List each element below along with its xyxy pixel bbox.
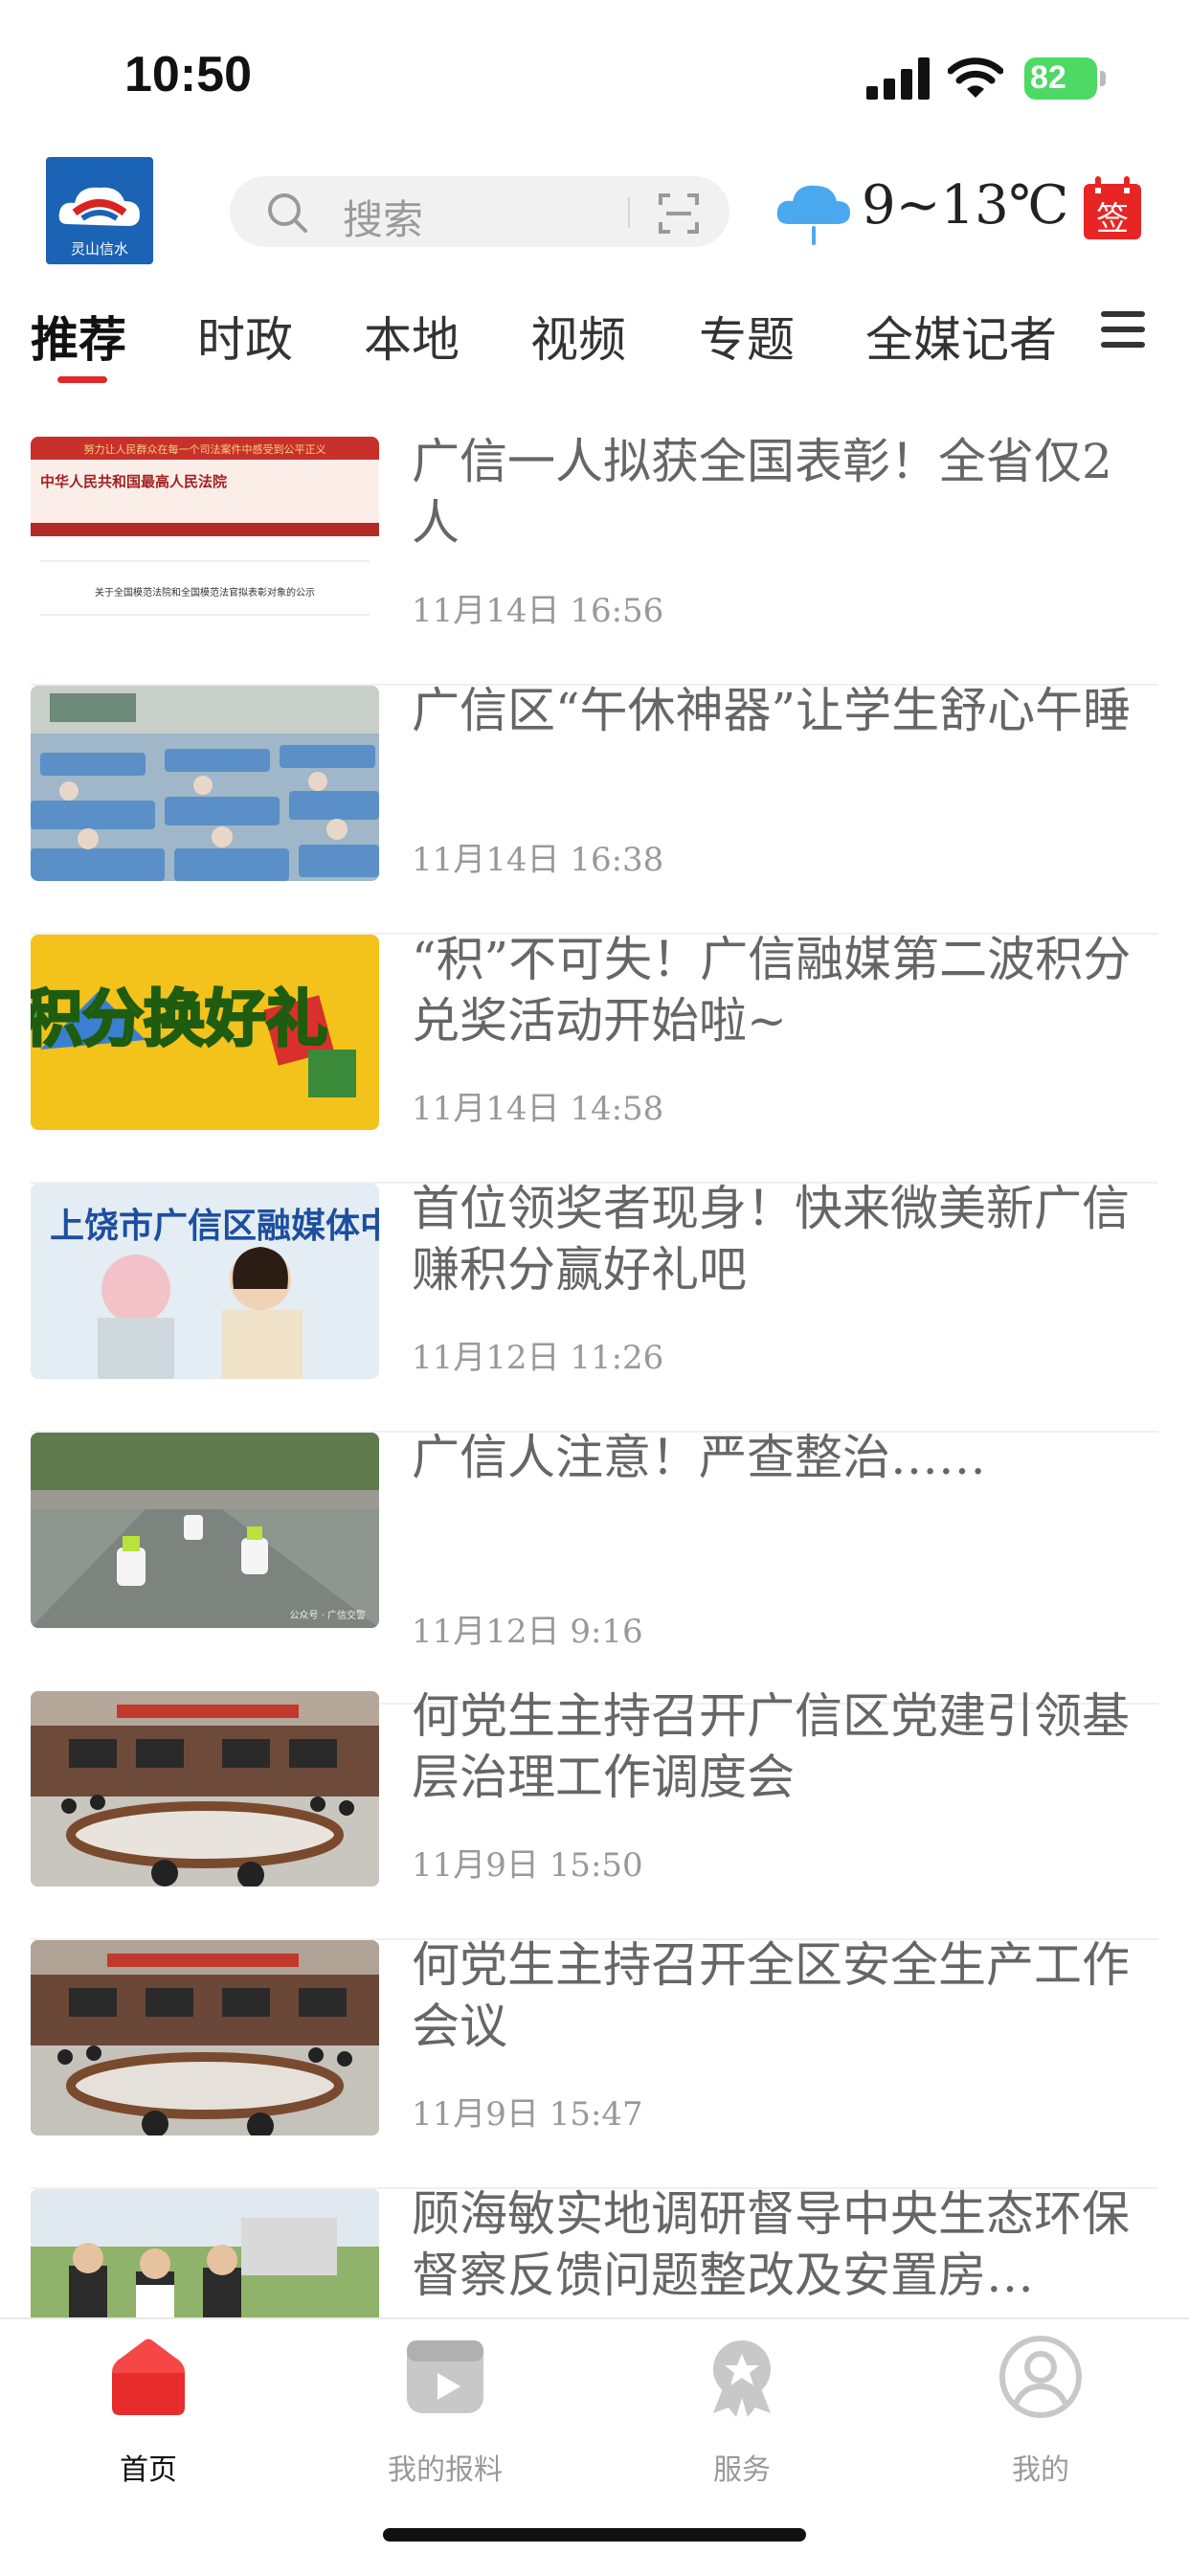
- search-placeholder: 搜索: [343, 196, 424, 243]
- weather-rain-icon: [776, 185, 850, 245]
- status-bar: 10:50 82: [0, 0, 1189, 144]
- search-icon: [268, 193, 307, 233]
- news-title: 广信区“午休神器”让学生舒心午睡: [412, 683, 1132, 738]
- home-indicator: [383, 2528, 806, 2542]
- service-icon: [713, 2340, 771, 2417]
- news-date: 11月14日 16:56: [412, 592, 664, 630]
- signal-icon: [866, 57, 930, 100]
- court-banner-text: 努力让人民群众在每一个司法案件中感受到公平正义: [84, 442, 326, 456]
- watermark-text: 公众号 · 广信交警: [289, 1609, 366, 1621]
- news-thumbnail: 积分换好礼: [31, 935, 379, 1130]
- sign-label: 签: [1096, 200, 1129, 238]
- nav-label: 首页: [120, 2453, 177, 2487]
- active-tab-indicator: [57, 376, 107, 383]
- news-thumbnail: [31, 1691, 379, 1887]
- news-title: 广信一人拟获全国表彰！全省仅2人: [412, 434, 1112, 551]
- news-thumbnail: 努力让人民群众在每一个司法案件中感受到公平正义 中华人民共和国最高人民法院 关于…: [31, 437, 379, 632]
- news-title: 何党生主持召开全区安全生产工作会议: [412, 1937, 1130, 2054]
- news-title: 顾海敏实地调研督导中央生态环保督察反馈问题整改及安置房…: [412, 2186, 1130, 2303]
- news-date: 11月9日 15:50: [412, 1846, 643, 1885]
- battery-icon: 82: [1024, 57, 1107, 100]
- center-sign-text: 上饶市广信区融媒体中心: [50, 1206, 379, 1246]
- report-icon: [407, 2340, 483, 2413]
- tab-politics[interactable]: 时政: [197, 302, 293, 371]
- category-tabs: 推荐 时政 本地 视频 专题 全媒记者: [0, 292, 1189, 388]
- news-date: 11月14日 16:38: [412, 841, 664, 879]
- news-date: 11月12日 9:16: [412, 1613, 643, 1651]
- news-item[interactable]: 何党生主持召开全区安全生产工作会议 11月9日 15:47: [31, 1937, 1158, 2189]
- search-divider: [628, 197, 630, 228]
- news-thumbnail: 公众号 · 广信交警: [31, 1433, 379, 1628]
- news-item[interactable]: 何党生主持召开广信区党建引领基层治理工作调度会 11月9日 15:50: [31, 1688, 1158, 1940]
- news-thumbnail: [31, 686, 379, 881]
- battery-level: 82: [1030, 59, 1066, 96]
- tab-recommend[interactable]: 推荐: [31, 302, 126, 371]
- news-thumbnail: [31, 1940, 379, 2135]
- search-bar[interactable]: 搜索: [230, 176, 729, 247]
- court-name-text: 中华人民共和国最高人民法院: [40, 473, 227, 490]
- news-item[interactable]: 努力让人民群众在每一个司法案件中感受到公平正义 中华人民共和国最高人民法院 关于…: [31, 434, 1158, 686]
- tab-local[interactable]: 本地: [364, 302, 460, 371]
- profile-icon: [999, 2336, 1082, 2418]
- news-item[interactable]: 公众号 · 广信交警 广信人注意！严查整治…… 11月12日 9:16: [31, 1430, 1158, 1705]
- nav-home[interactable]: 首页: [53, 2335, 244, 2487]
- news-title: 首位领奖者现身！快来微美新广信赚积分赢好礼吧: [412, 1181, 1130, 1298]
- news-date: 11月14日 14:58: [412, 1090, 664, 1128]
- nav-label: 我的: [1012, 2453, 1069, 2487]
- wifi-icon: [948, 57, 1003, 98]
- weather-temperature: 9~13℃: [862, 174, 1069, 237]
- sign-in-calendar-button[interactable]: 签: [1082, 176, 1143, 241]
- news-date: 11月12日 11:26: [412, 1339, 664, 1377]
- nav-report[interactable]: 我的报料: [349, 2335, 541, 2487]
- news-item[interactable]: 广信区“午休神器”让学生舒心午睡 11月14日 16:38: [31, 683, 1158, 935]
- news-item[interactable]: 积分换好礼 “积”不可失！广信融媒第二波积分兑奖活动开始啦~ 11月14日 14…: [31, 932, 1158, 1184]
- home-icon: [112, 2339, 185, 2415]
- points-text: 积分换好礼: [31, 983, 327, 1055]
- nav-label: 服务: [713, 2453, 771, 2487]
- nav-profile[interactable]: 我的: [945, 2335, 1136, 2487]
- tab-video[interactable]: 视频: [530, 302, 626, 371]
- nav-service[interactable]: 服务: [646, 2335, 838, 2487]
- news-title: 广信人注意！严查整治……: [412, 1430, 986, 1485]
- news-date: 11月9日 15:47: [412, 2095, 643, 2134]
- logo-text: 灵山信水: [70, 240, 128, 258]
- header: 灵山信水 搜索 9~13℃ 签: [0, 153, 1189, 273]
- menu-icon[interactable]: [1101, 311, 1145, 350]
- tab-special[interactable]: 专题: [699, 302, 795, 371]
- court-notice-text: 关于全国模范法院和全国模范法官拟表彰对象的公示: [95, 586, 315, 599]
- news-item[interactable]: 上饶市广信区融媒体中心 首位领奖者现身！快来微美新广信赚积分赢好礼吧 11月12…: [31, 1181, 1158, 1433]
- news-thumbnail: 上饶市广信区融媒体中心: [31, 1184, 379, 1379]
- tab-reporters[interactable]: 全媒记者: [865, 302, 1057, 371]
- news-title: 何党生主持召开广信区党建引领基层治理工作调度会: [412, 1688, 1130, 1805]
- news-title: “积”不可失！广信融媒第二波积分兑奖活动开始啦~: [412, 932, 1132, 1049]
- scan-icon[interactable]: [657, 192, 701, 236]
- nav-label: 我的报料: [388, 2453, 503, 2487]
- app-logo[interactable]: 灵山信水: [46, 157, 153, 264]
- status-time: 10:50: [124, 47, 252, 102]
